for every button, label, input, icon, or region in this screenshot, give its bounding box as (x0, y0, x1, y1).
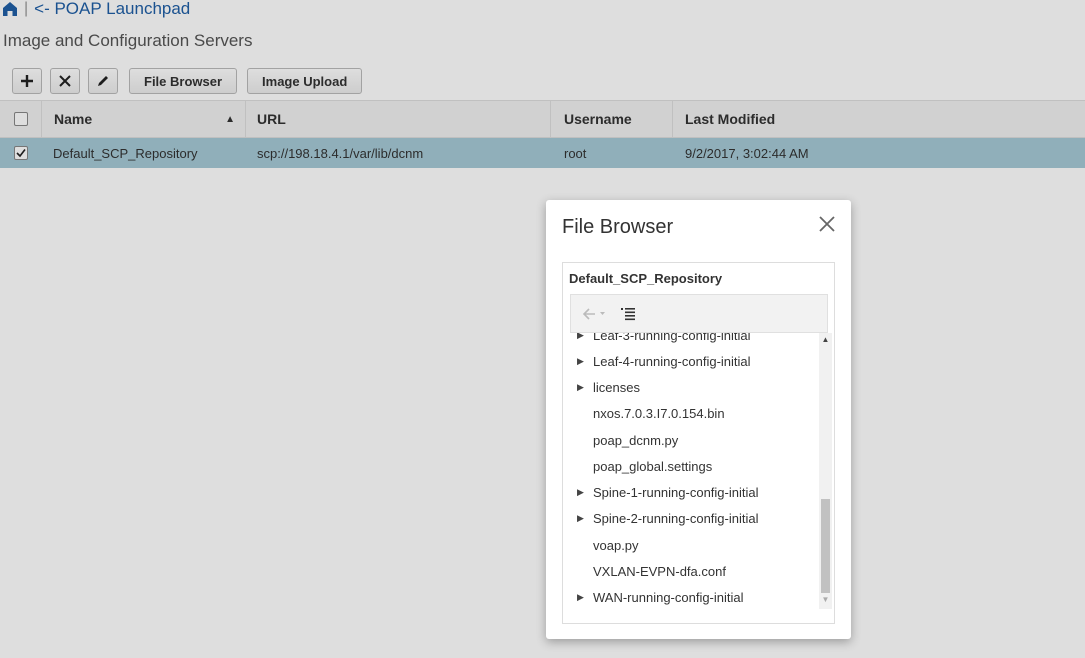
scroll-down-arrow-icon[interactable]: ▼ (819, 595, 832, 607)
file-browser-toolbar (570, 294, 828, 333)
list-item[interactable]: ▶ Spine-2-running-config-initial (570, 505, 758, 531)
file-item-label: poap_dcnm.py (593, 432, 679, 448)
file-item-label: poap_global.settings (593, 458, 713, 474)
list-item[interactable]: ▶ WAN-running-config-initial (570, 584, 744, 609)
expand-arrow-icon[interactable]: ▶ (577, 356, 593, 367)
close-dialog-icon[interactable] (817, 214, 837, 234)
list-item[interactable]: ▶ Leaf-3-running-config-initial (570, 333, 751, 348)
expand-arrow-icon[interactable]: ▶ (577, 513, 593, 524)
scrollbar-thumb[interactable] (821, 499, 830, 593)
file-item-label: WAN-running-config-initial (593, 589, 744, 605)
modal-backdrop[interactable] (0, 0, 1085, 658)
list-item[interactable]: nxos.7.0.3.I7.0.154.bin (570, 400, 725, 426)
list-item[interactable]: ▶ Leaf-4-running-config-initial (570, 348, 751, 374)
list-item[interactable]: poap_global.settings (570, 453, 712, 479)
file-list: ▶ Leaf-3-running-config-initial ▶ Leaf-4… (570, 333, 816, 609)
list-item[interactable]: VXLAN-EVPN-dfa.conf (570, 558, 726, 584)
file-list-scrollbar[interactable]: ▲ ▼ (819, 333, 832, 609)
file-item-label: Spine-2-running-config-initial (593, 510, 759, 526)
file-browser-panel: Default_SCP_Repository ▶ Leaf-3-running-… (562, 262, 835, 624)
expand-arrow-icon[interactable]: ▶ (577, 592, 593, 603)
list-item[interactable]: voap.py (570, 532, 639, 558)
file-item-label: VXLAN-EVPN-dfa.conf (593, 563, 726, 579)
expand-arrow-icon[interactable]: ▶ (577, 382, 593, 393)
expand-arrow-icon[interactable]: ▶ (577, 333, 593, 341)
list-item[interactable]: ▶ licenses (570, 374, 640, 400)
page: | <- POAP Launchpad Image and Configurat… (0, 0, 1085, 658)
dialog-title: File Browser (562, 216, 674, 238)
file-item-label: Leaf-3-running-config-initial (593, 333, 751, 343)
list-view-icon[interactable] (620, 306, 636, 322)
file-item-label: Spine-1-running-config-initial (593, 484, 759, 500)
scroll-up-arrow-icon[interactable]: ▲ (819, 335, 832, 347)
file-item-label: voap.py (593, 537, 639, 553)
list-item[interactable]: ▶ Spine-1-running-config-initial (570, 479, 758, 505)
expand-arrow-icon[interactable]: ▶ (577, 487, 593, 498)
back-arrow-icon[interactable] (581, 306, 607, 322)
repository-name: Default_SCP_Repository (569, 271, 723, 286)
file-browser-dialog: File Browser Default_SCP_Repository ▶ Le… (546, 200, 851, 639)
list-item[interactable]: poap_dcnm.py (570, 427, 678, 453)
file-item-label: Leaf-4-running-config-initial (593, 353, 751, 369)
file-item-label: nxos.7.0.3.I7.0.154.bin (593, 405, 725, 421)
file-item-label: licenses (593, 379, 640, 395)
